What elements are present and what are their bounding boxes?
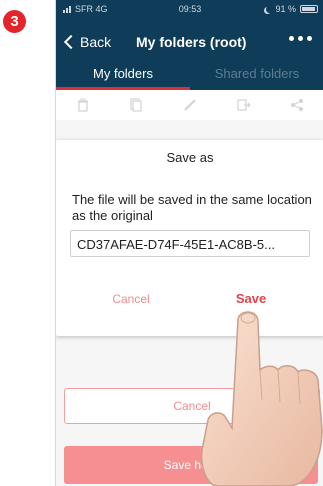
page-title: My folders (root) [136,34,247,50]
file-toolbar [56,90,323,120]
dialog-cancel-button[interactable]: Cancel [86,292,176,306]
battery-icon [300,5,318,13]
pencil-icon[interactable] [183,98,197,112]
tab-my-folders[interactable]: My folders [56,60,190,90]
app-header: SFR 4G 09:53 91 % Back My folders (root)… [56,0,323,90]
status-bar: SFR 4G 09:53 91 % [56,0,323,18]
status-right: 91 % [264,4,318,14]
dot-icon [289,36,294,41]
battery-percent: 91 % [275,4,296,14]
dialog-title: Save as [166,150,214,165]
dialog-message: The file will be saved in the same locat… [72,192,312,223]
dot-icon [298,36,303,41]
move-icon[interactable] [236,98,251,112]
step-badge: 3 [3,10,26,33]
filename-input[interactable]: CD37AFAE-D74F-45E1-AC8B-5... [70,230,310,257]
dot-icon [307,36,312,41]
back-button[interactable]: Back [62,34,111,50]
back-label: Back [80,34,112,50]
more-options-button[interactable] [289,36,312,41]
tab-shared-folders[interactable]: Shared folders [190,60,323,90]
chevron-left-icon [63,34,79,50]
share-icon[interactable] [290,98,304,112]
moon-icon [266,6,273,13]
nav-bar: Back My folders (root) [56,34,323,56]
folder-tabs: My folders Shared folders [56,60,323,90]
pointing-hand-icon [200,311,323,486]
trash-icon[interactable] [76,98,90,112]
copy-icon[interactable] [129,98,143,112]
